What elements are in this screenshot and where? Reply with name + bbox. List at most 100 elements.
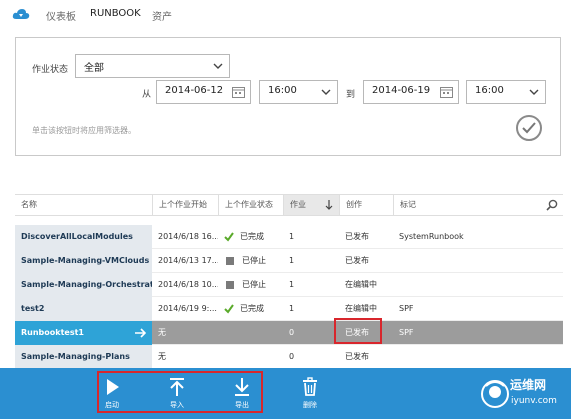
trash-icon: [303, 377, 317, 396]
runbook-name: Sample-Managing-VMClouds: [15, 249, 152, 273]
table-row[interactable]: test2 2014/6/19 9:... 已完成 1 在编辑中 SPF: [15, 297, 563, 321]
runbook-name-text[interactable]: Runbooktest1: [21, 328, 84, 337]
runbook-name: Runbooktest1: [15, 321, 152, 345]
calendar-icon[interactable]: [232, 86, 245, 98]
tags-cell: SPF: [399, 304, 414, 313]
jobs-cell: 1: [289, 256, 295, 265]
chevron-down-icon: [321, 89, 331, 95]
table-row[interactable]: DiscoverAllLocalModules 2014/6/18 16... 已完…: [15, 225, 563, 249]
last-start-cell: 2014/6/18 10...: [158, 280, 218, 289]
last-status-cell: [218, 345, 283, 369]
from-time-value: 16:00: [268, 85, 297, 96]
filter-panel: 作业状态 全部 从 2014-06-12 16:00 到 2014-06-19 …: [15, 37, 561, 156]
col-tags[interactable]: 标记: [393, 195, 541, 215]
nav-runbook[interactable]: RUNBOOK: [90, 8, 141, 19]
last-status-cell: 已停止: [218, 249, 283, 273]
last-status-cell: [218, 321, 283, 345]
table-row[interactable]: Sample-Managing-VMClouds 2014/6/13 17... 已…: [15, 249, 563, 273]
search-icon[interactable]: [546, 199, 558, 211]
commands-highlight-box: [97, 371, 263, 413]
calendar-icon[interactable]: [440, 86, 453, 98]
runbook-name-text[interactable]: test2: [21, 304, 44, 313]
runbook-name-text[interactable]: Sample-Managing-Plans: [21, 352, 130, 361]
top-nav: 仪表板 RUNBOOK 资产: [0, 0, 571, 28]
job-status-value: 全部: [84, 63, 104, 74]
from-date-field[interactable]: 2014-06-12: [156, 80, 251, 104]
col-jobs[interactable]: 作业: [283, 195, 339, 215]
authoring-cell: 已发布: [345, 352, 369, 361]
col-authoring[interactable]: 创作: [339, 195, 393, 215]
tags-cell: [393, 249, 541, 273]
runbook-name: Sample-Managing-Orchestrator: [15, 273, 152, 297]
to-date-value: 2014-06-19: [372, 85, 431, 96]
col-last-start[interactable]: 上个作业开始: [152, 195, 218, 215]
jobs-cell: 1: [289, 280, 295, 289]
last-start-cell: 无: [158, 352, 166, 361]
runbook-name: DiscoverAllLocalModules: [15, 225, 152, 249]
status-text: 已停止: [242, 280, 266, 289]
stop-icon: [226, 256, 234, 265]
chevron-down-icon: [529, 89, 539, 95]
last-status-cell: 已完成: [218, 225, 283, 249]
to-label: 到: [346, 90, 356, 100]
sort-down-icon: [325, 200, 333, 210]
help-icon[interactable]: [489, 386, 501, 398]
from-label: 从: [142, 90, 152, 100]
nav-assets[interactable]: 资产: [152, 8, 172, 23]
from-date-value: 2014-06-12: [165, 85, 224, 96]
cloud-logo-icon[interactable]: [12, 8, 30, 20]
runbook-name-text[interactable]: Sample-Managing-VMClouds: [21, 256, 149, 265]
filter-hint: 单击该按钮时将应用筛选器。: [32, 126, 136, 135]
status-text: 已完成: [240, 232, 264, 241]
table-row[interactable]: Sample-Managing-Orchestrator 2014/6/18 10…: [15, 273, 563, 297]
col-name[interactable]: 名称: [15, 195, 152, 215]
last-start-cell: 2014/6/18 16...: [158, 232, 218, 241]
watermark-sub: iyunv.com: [511, 396, 557, 406]
runbook-name: test2: [15, 297, 152, 321]
stop-icon: [226, 280, 234, 289]
job-status-select[interactable]: 全部: [75, 54, 230, 78]
apply-filter-button[interactable]: [516, 115, 542, 141]
authoring-highlight-box: [334, 318, 382, 344]
last-start-cell: 2014/6/19 9:...: [158, 304, 217, 313]
check-icon: [224, 231, 234, 242]
tags-cell: [393, 273, 541, 297]
last-status-cell: 已完成: [218, 297, 283, 321]
table-row[interactable]: Runbooktest1 无 0 已发布 SPF: [15, 321, 563, 345]
tags-cell: SPF: [399, 328, 414, 337]
to-time-value: 16:00: [475, 85, 504, 96]
jobs-cell: 0: [289, 352, 295, 361]
runbook-name-text[interactable]: Sample-Managing-Orchestrator: [21, 280, 152, 289]
col-last-status[interactable]: 上个作业状态: [218, 195, 283, 215]
authoring-cell: 在编辑中: [345, 280, 377, 289]
check-icon: [224, 303, 234, 314]
tags-cell: [393, 345, 541, 369]
last-start-cell: 2014/6/13 17...: [158, 256, 218, 265]
tags-cell: SystemRunbook: [399, 232, 464, 241]
checkmark-icon: [522, 122, 536, 134]
last-start-cell: 无: [158, 328, 166, 337]
col-jobs-label: 作业: [290, 200, 306, 209]
table-row[interactable]: Sample-Managing-Plans 无 0 已发布: [15, 345, 563, 369]
status-text: 已完成: [240, 304, 264, 313]
delete-button[interactable]: 删除: [290, 368, 330, 419]
runbook-name-text[interactable]: DiscoverAllLocalModules: [21, 232, 133, 241]
jobs-cell: 1: [289, 304, 295, 313]
watermark-title: 运维网: [510, 378, 547, 392]
arrow-right-icon[interactable]: [135, 328, 146, 338]
authoring-cell: 已发布: [345, 232, 369, 241]
authoring-cell: 已发布: [345, 256, 369, 265]
table-header: 名称 上个作业开始 上个作业状态 作业 创作 标记: [15, 194, 563, 216]
from-time-select[interactable]: 16:00: [259, 80, 338, 104]
to-date-field[interactable]: 2014-06-19: [363, 80, 459, 104]
jobs-cell: 1: [289, 232, 295, 241]
delete-label: 删除: [303, 401, 317, 409]
status-text: 已停止: [242, 256, 266, 265]
runbook-name: Sample-Managing-Plans: [15, 345, 152, 369]
job-status-label: 作业状态: [32, 65, 69, 75]
nav-dashboard[interactable]: 仪表板: [46, 8, 76, 23]
to-time-select[interactable]: 16:00: [466, 80, 546, 104]
last-status-cell: 已停止: [218, 273, 283, 297]
chevron-down-icon: [213, 63, 223, 69]
jobs-cell: 0: [289, 328, 295, 337]
